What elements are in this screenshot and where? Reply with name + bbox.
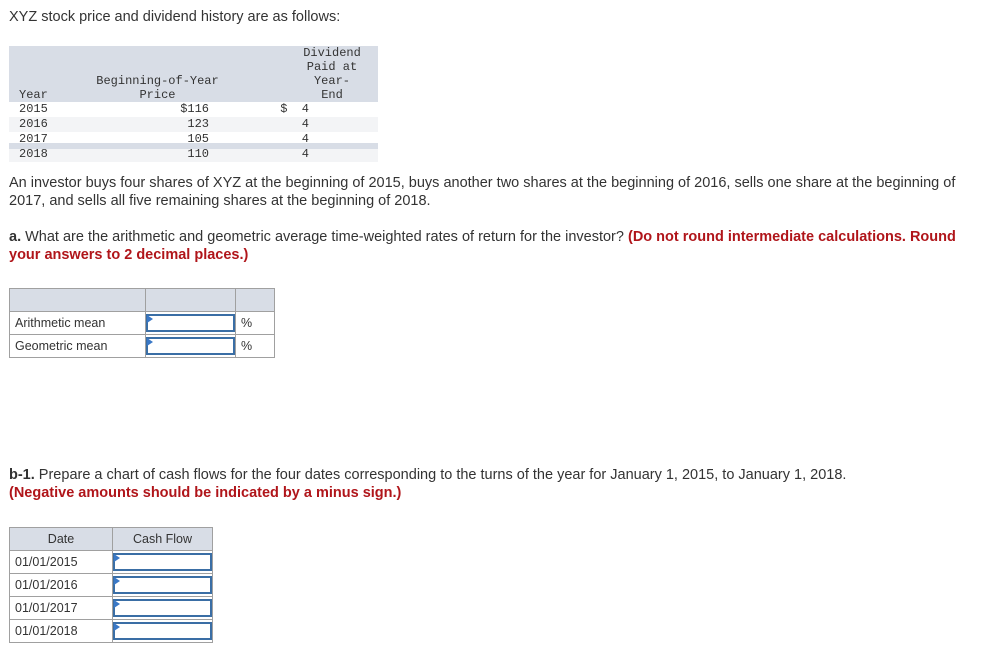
returns-table-header xyxy=(9,288,275,312)
part-b1-question: b-1. Prepare a chart of cash flows for t… xyxy=(9,466,969,502)
cash-flow-input-2016[interactable] xyxy=(113,576,212,594)
table-row: 01/01/2016 xyxy=(9,573,213,597)
part-a-question: a. What are the arithmetic and geometric… xyxy=(9,228,969,264)
header-price: Beginning-of-Year Price xyxy=(89,46,256,102)
cash-flow-input-2015[interactable] xyxy=(113,553,212,571)
header-blank-1 xyxy=(9,288,146,312)
header-dividend-line2: End xyxy=(321,88,343,102)
cell-year: 2016 xyxy=(9,117,89,132)
scenario-text: An investor buys four shares of XYZ at t… xyxy=(9,175,956,209)
returns-table: Arithmetic mean % Geometric mean % xyxy=(9,288,275,358)
table-row-arithmetic-mean: Arithmetic mean % xyxy=(9,311,275,335)
cash-flow-cell xyxy=(112,550,213,574)
header-cash-flow: Cash Flow xyxy=(112,527,213,551)
table-footer-bar xyxy=(9,143,378,149)
arithmetic-mean-input[interactable] xyxy=(146,314,235,332)
header-price-line2: Price xyxy=(139,88,176,102)
part-a-question-text: What are the arithmetic and geometric av… xyxy=(21,229,628,245)
cell-dividend: 4 xyxy=(256,147,378,162)
cell-year: 2018 xyxy=(9,147,89,162)
part-b1-instruction: (Negative amounts should be indicated by… xyxy=(9,485,402,501)
intro-text: XYZ stock price and dividend history are… xyxy=(9,9,341,25)
date-cell: 01/01/2017 xyxy=(9,596,113,620)
percent-unit: % xyxy=(235,334,275,358)
table-row: 2016 123 4 xyxy=(9,117,378,132)
cash-flow-table-header: Date Cash Flow xyxy=(9,527,213,551)
date-cell: 01/01/2015 xyxy=(9,550,113,574)
cash-flow-input-2018[interactable] xyxy=(113,622,212,640)
date-cell: 01/01/2016 xyxy=(9,573,113,597)
cash-flow-input-2017[interactable] xyxy=(113,599,212,617)
table-row: 01/01/2015 xyxy=(9,550,213,574)
table-row-geometric-mean: Geometric mean % xyxy=(9,334,275,358)
percent-unit: % xyxy=(235,311,275,335)
cell-price: 110 xyxy=(89,147,256,162)
geometric-mean-input[interactable] xyxy=(146,337,235,355)
part-b1-label: b-1. xyxy=(9,467,35,483)
cash-flow-cell xyxy=(112,619,213,643)
stock-table-header: Year Beginning-of-Year Price Dividend Pa… xyxy=(9,46,378,102)
cell-dividend: 4 xyxy=(256,117,378,132)
header-year: Year xyxy=(9,46,89,102)
header-price-line1: Beginning-of-Year xyxy=(96,74,219,88)
cash-flow-cell xyxy=(112,573,213,597)
table-row: 2018 110 4 xyxy=(9,147,378,162)
part-a-label: a. xyxy=(9,229,22,245)
table-row: 2015 $116 $ 4 xyxy=(9,102,378,117)
header-dividend: Dividend Paid at Year- End xyxy=(256,46,378,102)
geometric-mean-label: Geometric mean xyxy=(9,334,146,358)
cell-price: 123 xyxy=(89,117,256,132)
cash-flow-cell xyxy=(112,596,213,620)
geometric-mean-cell xyxy=(145,334,236,358)
date-cell: 01/01/2018 xyxy=(9,619,113,643)
arithmetic-mean-label: Arithmetic mean xyxy=(9,311,146,335)
cell-dividend: $ 4 xyxy=(280,102,309,116)
part-b1-question-text: Prepare a chart of cash flows for the fo… xyxy=(34,467,847,483)
header-blank-3 xyxy=(235,288,275,312)
header-date: Date xyxy=(9,527,113,551)
arithmetic-mean-cell xyxy=(145,311,236,335)
cash-flow-table: Date Cash Flow 01/01/2015 01/01/2016 01/… xyxy=(9,527,213,643)
header-dividend-line1: Dividend Paid at Year- xyxy=(303,46,361,88)
cell-price: $116 xyxy=(180,102,209,116)
cell-year: 2015 xyxy=(19,102,48,116)
table-row: 01/01/2017 xyxy=(9,596,213,620)
table-row: 01/01/2018 xyxy=(9,619,213,643)
header-blank-2 xyxy=(145,288,236,312)
